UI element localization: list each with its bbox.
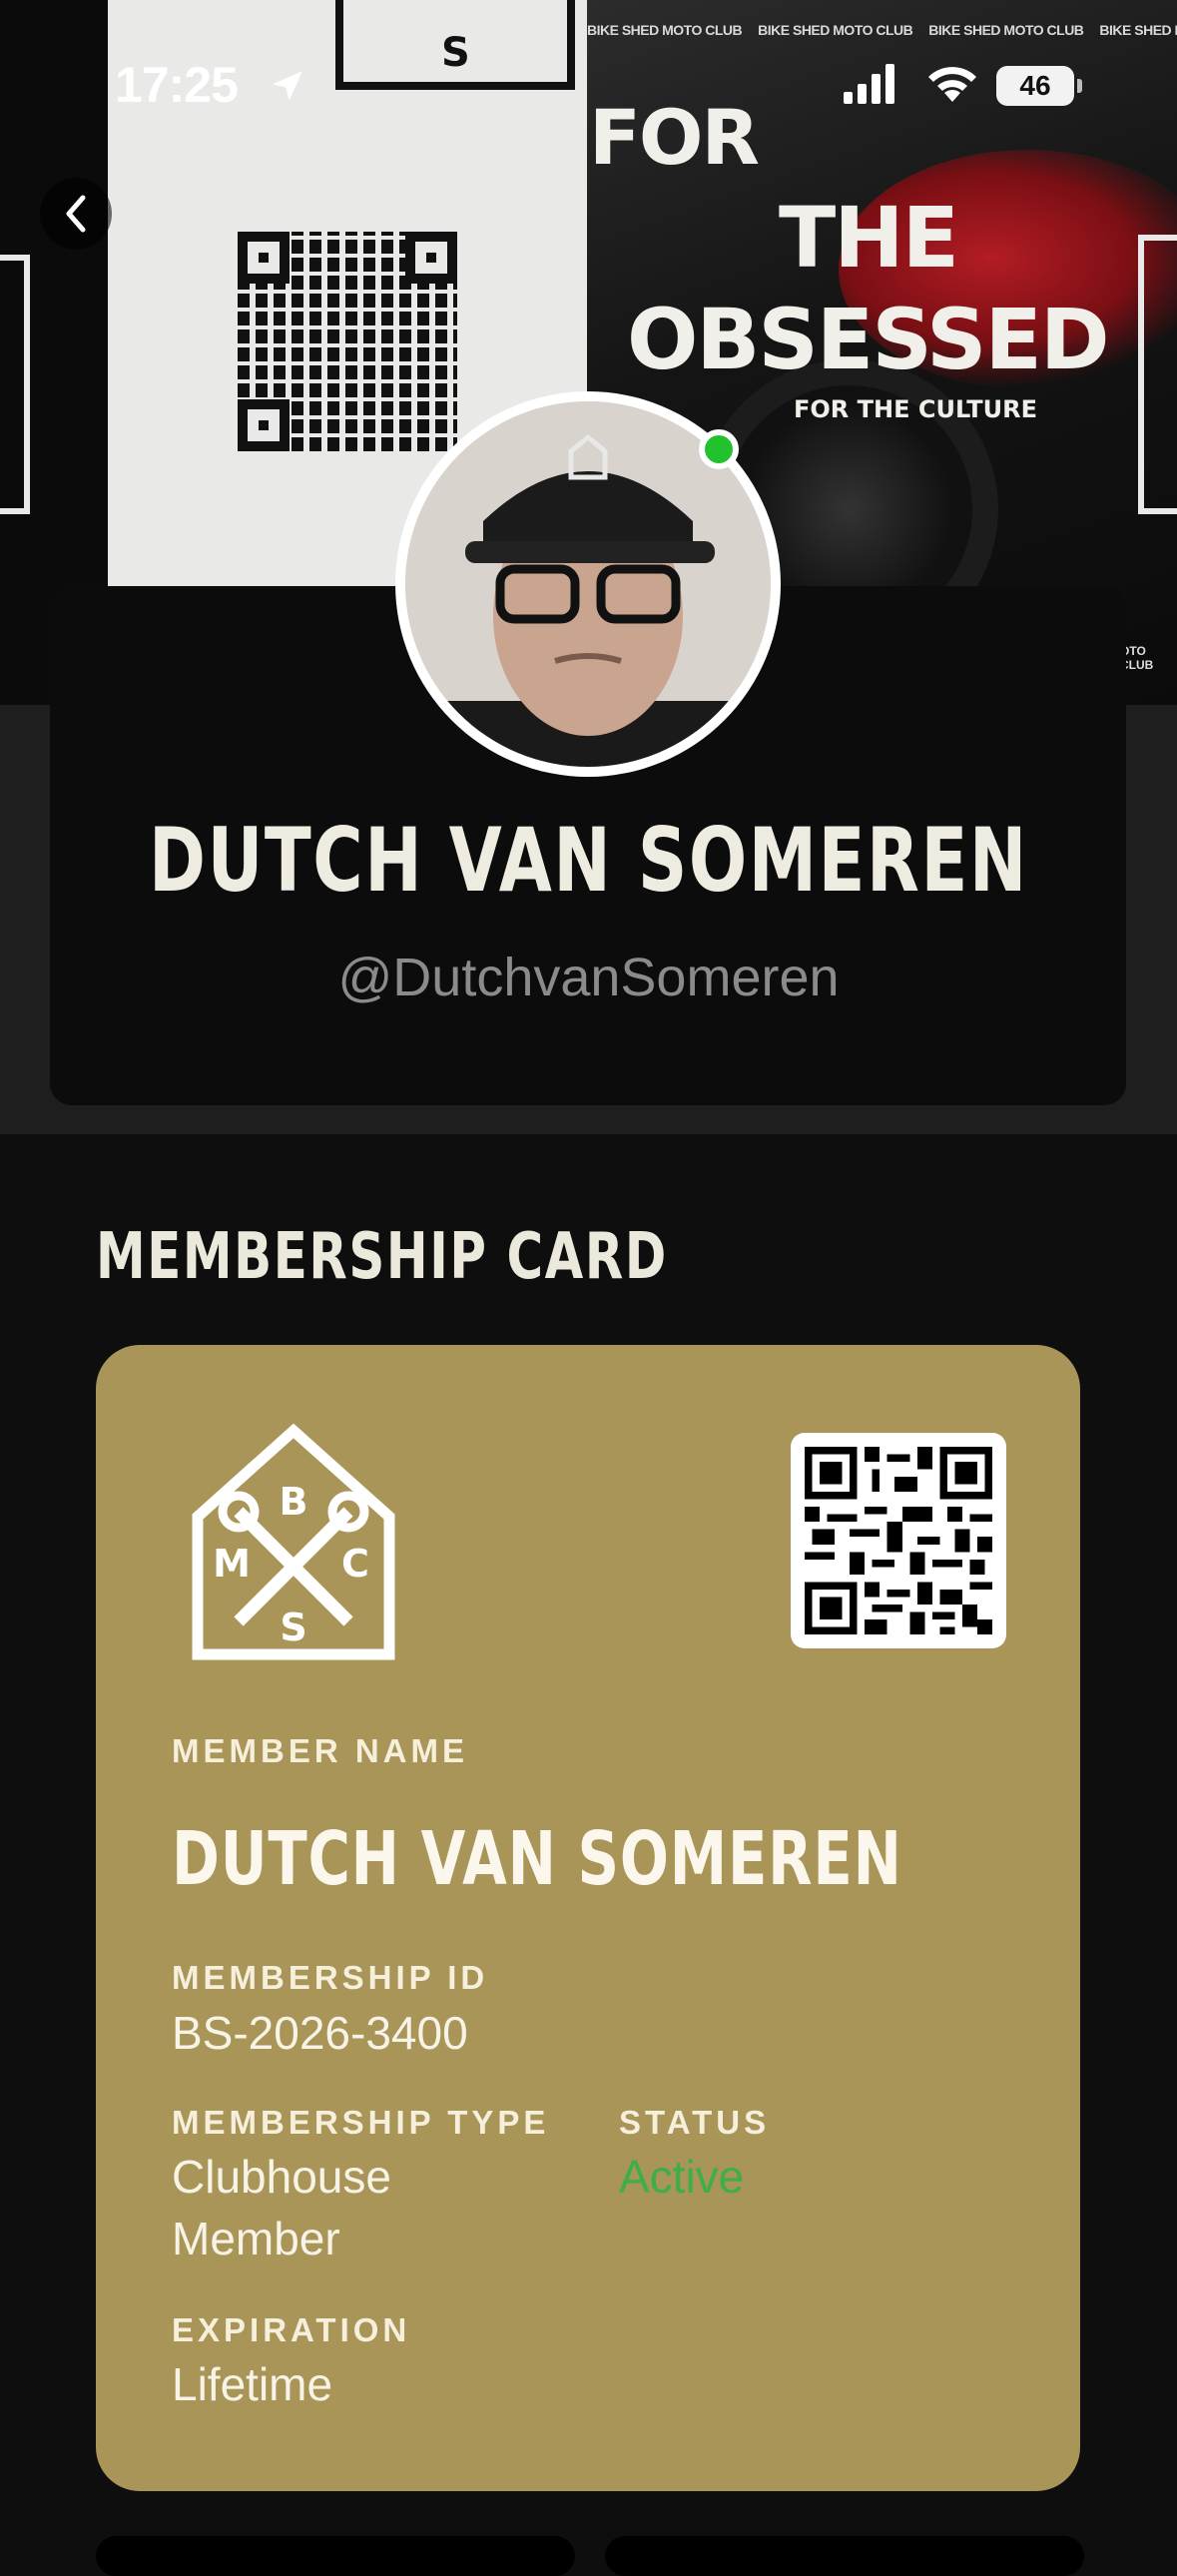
battery-icon: 46 [996, 66, 1082, 106]
expiration-value: Lifetime [172, 2358, 333, 2410]
svg-text:B: B [280, 1480, 308, 1524]
profile-name: DUTCH VAN SOMEREN [149, 809, 1028, 912]
hero-poster-logo-letter: S [441, 30, 470, 76]
bottom-button-right[interactable] [605, 2536, 1084, 2576]
section-title-membership-card: MEMBERSHIP CARD [96, 1220, 668, 1294]
club-logo-icon: B M C S [192, 1423, 395, 1660]
qr-code[interactable] [791, 1433, 1006, 1648]
membership-type-value-line2: Member [172, 2213, 340, 2264]
location-arrow-icon [273, 71, 302, 101]
membership-card[interactable]: B M C S MEMBER NAME DUTCH VAN SOMEREN ME… [96, 1345, 1080, 2491]
hero-slogan-line3: OBSESSED [627, 291, 1110, 388]
hero-right-tag-outline [1138, 235, 1177, 514]
hero-slogan-line2: THE [779, 189, 959, 287]
status-badge: Active [619, 2151, 745, 2203]
hero-qr-code [238, 232, 457, 451]
status-label: STATUS [619, 2104, 771, 2141]
expiration-label: EXPIRATION [172, 2311, 411, 2348]
back-button[interactable] [40, 178, 112, 250]
member-name-label: MEMBER NAME [172, 1732, 468, 1769]
online-status-dot [699, 429, 739, 469]
profile-handle: @DutchvanSomeren [337, 948, 840, 1007]
hero-slogan-line4: FOR THE CULTURE [794, 395, 1037, 423]
membership-id-label: MEMBERSHIP ID [172, 1959, 489, 1996]
chevron-left-icon [66, 195, 86, 233]
membership-id-value: BS-2026-3400 [172, 2007, 468, 2059]
membership-type-value-line1: Clubhouse [172, 2151, 391, 2203]
cellular-signal-icon [844, 64, 894, 104]
membership-type-label: MEMBERSHIP TYPE [172, 2104, 550, 2141]
hero-corner-text: OTO CLUB [1120, 644, 1154, 672]
svg-text:M: M [213, 1542, 251, 1586]
qr-code-icon [805, 1447, 992, 1634]
svg-text:S: S [280, 1606, 306, 1649]
hero-logo-strip: BIKE SHED MOTO CLUB BIKE SHED MOTO CLUB BI… [587, 22, 1177, 38]
wifi-icon [928, 67, 976, 102]
hero-slogan-line1: FOR [589, 93, 760, 182]
bottom-button-left[interactable] [96, 2536, 575, 2576]
member-name-value: DUTCH VAN SOMEREN [172, 1816, 902, 1902]
svg-text:C: C [341, 1542, 369, 1586]
status-time: 17:25 [115, 57, 239, 113]
hero-left-tag-outline [0, 255, 30, 514]
